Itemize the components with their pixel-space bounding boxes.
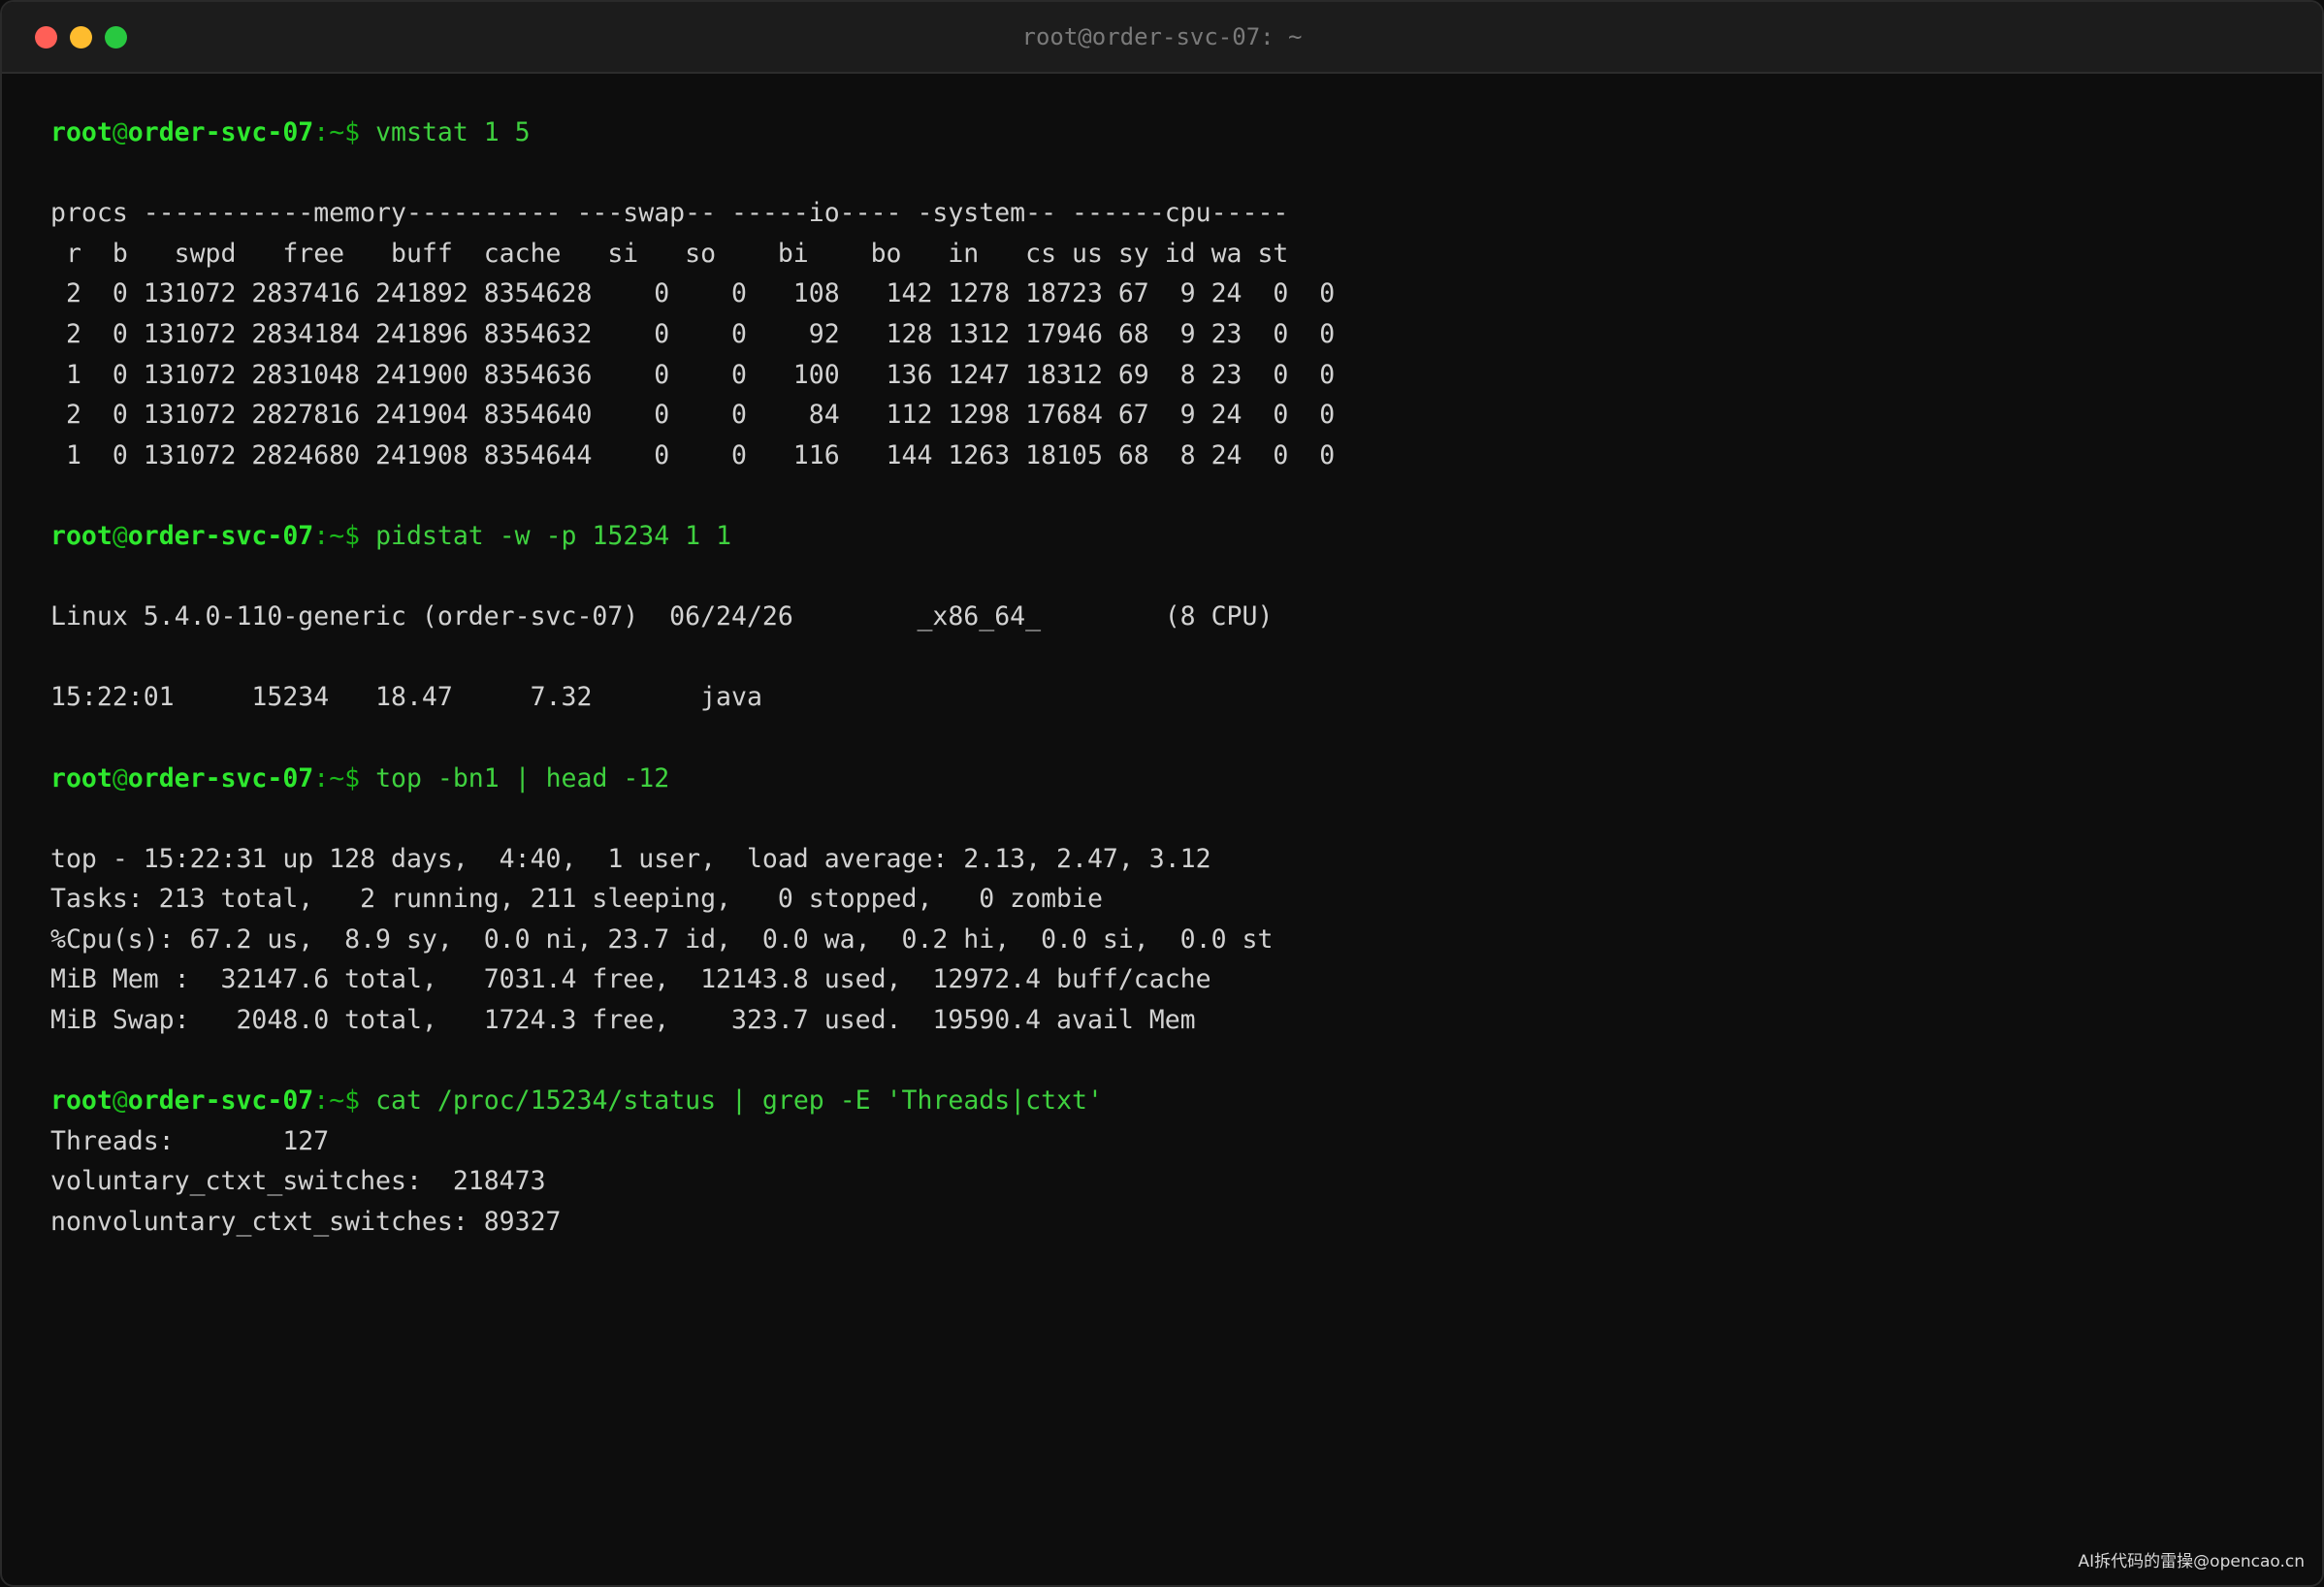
prompt-host: order-svc-07 <box>127 117 314 147</box>
prompt-user: root <box>50 117 113 147</box>
output-line: procs -----------memory---------- ---swa… <box>50 198 1289 229</box>
prompt-line: root@order-svc-07:~$ cat /proc/15234/sta… <box>50 1081 2293 1121</box>
output-line: 15:22:01 15234 18.47 7.32 java <box>50 682 762 713</box>
title-bar: root@order-svc-07: ~ <box>2 2 2322 74</box>
output-line: 2 0 131072 2837416 241892 8354628 0 0 10… <box>50 278 1336 309</box>
output-line: top - 15:22:31 up 128 days, 4:40, 1 user… <box>50 843 1211 874</box>
output-line: %Cpu(s): 67.2 us, 8.9 sy, 0.0 ni, 23.7 i… <box>50 923 1274 955</box>
prompt-path: :~$ <box>313 117 376 147</box>
prompt-at: @ <box>112 1085 128 1117</box>
output-line: voluntary_ctxt_switches: 218473 <box>50 1166 546 1197</box>
prompt-at: @ <box>112 762 128 794</box>
prompt-user: root <box>50 762 113 794</box>
output-line: 2 0 131072 2834184 241896 8354632 0 0 92… <box>50 318 1336 349</box>
prompt-path: :~$ <box>313 762 376 794</box>
window-title: root@order-svc-07: ~ <box>1021 23 1303 50</box>
command-text: top -bn1 | head -12 <box>375 762 670 794</box>
prompt-at: @ <box>112 117 128 147</box>
prompt-line: root@order-svc-07:~$ pidstat -w -p 15234… <box>50 516 2293 557</box>
prompt-host: order-svc-07 <box>127 520 314 551</box>
prompt-path: :~$ <box>313 1085 376 1117</box>
prompt-host: order-svc-07 <box>127 762 314 794</box>
terminal-window: root@order-svc-07: ~ root@order-svc-07:~… <box>0 0 2324 1587</box>
output-line: Tasks: 213 total, 2 running, 211 sleepin… <box>50 884 1103 915</box>
output-line: nonvoluntary_ctxt_switches: 89327 <box>50 1207 562 1238</box>
command-text: cat /proc/15234/status | grep -E 'Thread… <box>375 1085 1103 1117</box>
prompt-host: order-svc-07 <box>127 1085 314 1117</box>
prompt-line: root@order-svc-07:~$ vmstat 1 5 <box>50 113 2293 153</box>
output-line: 1 0 131072 2831048 241900 8354636 0 0 10… <box>50 359 1336 390</box>
terminal-output[interactable]: root@order-svc-07:~$ vmstat 1 5 procs ---… <box>50 113 2293 1243</box>
command-text: vmstat 1 5 <box>375 117 531 147</box>
prompt-path: :~$ <box>313 520 376 551</box>
watermark: AI拆代码的雷操@opencao.cn <box>2078 1552 2305 1571</box>
output-line: r b swpd free buff cache si so bi bo in … <box>50 238 1289 269</box>
prompt-line: root@order-svc-07:~$ top -bn1 | head -12 <box>50 759 2293 799</box>
command-text: pidstat -w -p 15234 1 1 <box>375 520 732 551</box>
prompt-at: @ <box>112 520 128 551</box>
output-line: Threads: 127 <box>50 1125 330 1156</box>
output-line: 2 0 131072 2827816 241904 8354640 0 0 84… <box>50 400 1336 431</box>
output-line: MiB Swap: 2048.0 total, 1724.3 free, 323… <box>50 1005 1196 1036</box>
output-line: 1 0 131072 2824680 241908 8354644 0 0 11… <box>50 439 1336 470</box>
prompt-user: root <box>50 520 113 551</box>
prompt-user: root <box>50 1085 113 1117</box>
output-line: Linux 5.4.0-110-generic (order-svc-07) 0… <box>50 601 1274 632</box>
output-line: MiB Mem : 32147.6 total, 7031.4 free, 12… <box>50 964 1211 995</box>
